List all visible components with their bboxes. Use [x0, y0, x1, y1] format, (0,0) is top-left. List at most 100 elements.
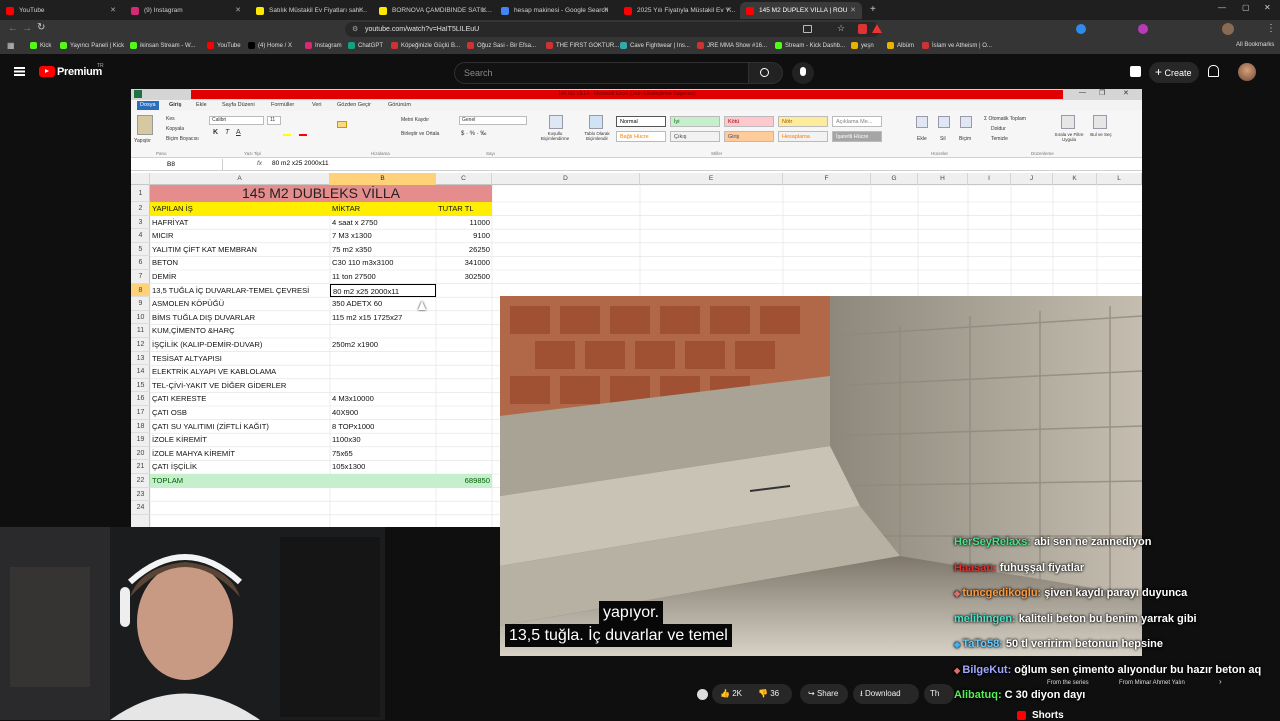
bookmark-item[interactable]: YouTube	[207, 42, 241, 49]
total-value-cell[interactable]: 689850	[436, 474, 492, 488]
row-header[interactable]: 8	[131, 283, 150, 298]
row-header[interactable]: 6	[131, 256, 150, 270]
amount-cell[interactable]	[436, 297, 492, 311]
quantity-cell[interactable]: 80 m2 x25 2000x11	[330, 283, 436, 298]
row-header[interactable]: 21	[131, 460, 150, 474]
amount-cell[interactable]	[436, 447, 492, 461]
back-icon[interactable]: ←	[8, 23, 18, 34]
insert-cells-icon[interactable]	[916, 116, 928, 128]
column-header-d[interactable]: D	[492, 173, 640, 185]
create-button[interactable]: + Create	[1149, 62, 1199, 83]
find-select-label[interactable]: Bul ve Seç	[1089, 132, 1113, 137]
excel-minimize-button[interactable]: —	[1079, 89, 1086, 96]
url-field[interactable]: ⚙ youtube.com/watch?v=HaIT5LILEuU	[345, 22, 880, 37]
bookmark-item[interactable]: ikinsan Stream - W...	[130, 42, 195, 49]
row-header[interactable]: 4	[131, 229, 150, 243]
tab-close-icon[interactable]: ✕	[603, 6, 609, 14]
number-format-buttons[interactable]: $ · % · ‰	[461, 131, 486, 137]
excel-close-button[interactable]: ✕	[1123, 89, 1129, 97]
item-cell[interactable]: ÇATI KERESTE	[150, 392, 330, 406]
row-header[interactable]: 19	[131, 433, 150, 447]
quantity-cell[interactable]: 250m2 x1900	[330, 338, 436, 352]
quantity-cell[interactable]	[330, 379, 436, 393]
item-cell[interactable]: MICIR	[150, 229, 330, 243]
bold-button[interactable]: K	[213, 129, 218, 136]
column-header-g[interactable]: G	[871, 173, 918, 185]
all-bookmarks[interactable]: All Bookmarks	[1236, 42, 1274, 48]
amount-cell[interactable]: 302500	[436, 270, 492, 284]
new-tab-button[interactable]: +	[870, 4, 876, 15]
profile-avatar[interactable]	[1222, 23, 1234, 35]
item-cell[interactable]: İZOLE KİREMİT	[150, 433, 330, 447]
from-channel-chip[interactable]: From Mimar Ahmet Yalın	[1119, 680, 1185, 686]
autosum-button[interactable]: Σ Otomatik Toplam	[984, 116, 1026, 122]
header-miktar[interactable]: MİKTAR	[330, 202, 436, 216]
cut-button[interactable]: Kes	[166, 116, 175, 122]
chat-username[interactable]: BilgeKut:	[962, 664, 1011, 676]
chat-username[interactable]: HerSeyRelaxs:	[954, 536, 1031, 548]
paste-icon[interactable]	[137, 115, 153, 135]
quantity-cell[interactable]	[330, 324, 436, 338]
font-size-select[interactable]: 11	[267, 116, 281, 125]
item-cell[interactable]: BETON	[150, 256, 330, 270]
bookmark-item[interactable]: yeşn	[851, 42, 874, 49]
hamburger-menu-icon[interactable]	[14, 67, 25, 69]
column-header-l[interactable]: L	[1097, 173, 1142, 185]
sort-filter-label[interactable]: Sırala ve Filtre Uygula	[1051, 132, 1087, 142]
item-cell[interactable]: TESİSAT ALTYAPISI	[150, 352, 330, 366]
shorts-label[interactable]: Shorts	[1032, 710, 1064, 721]
amount-cell[interactable]	[436, 365, 492, 379]
amount-cell[interactable]: 341000	[436, 256, 492, 270]
delete-cells-icon[interactable]	[938, 116, 950, 128]
quantity-cell[interactable]: 4 M3x10000	[330, 392, 436, 406]
row-header[interactable]: 1	[131, 185, 150, 202]
ribbon-tab[interactable]: Dosya	[137, 101, 159, 110]
quantity-cell[interactable]: 7 M3 x1300	[330, 229, 436, 243]
ribbon-tab[interactable]: Giriş	[169, 102, 182, 108]
bookmark-item[interactable]: Instagram	[305, 42, 342, 49]
find-select-icon[interactable]	[1093, 115, 1107, 129]
align-middle-button[interactable]	[337, 121, 347, 128]
fill-button[interactable]: Doldur	[991, 126, 1006, 132]
youtube-logo-icon[interactable]	[39, 66, 55, 77]
font-select[interactable]: Calibri	[209, 116, 264, 125]
format-table-label[interactable]: Tablo Olarak Biçimlendir	[577, 131, 617, 141]
browser-tab[interactable]: YouTube ✕	[0, 2, 122, 19]
cell-style-2[interactable]: Kötü	[724, 116, 774, 127]
share-button[interactable]: ↪ Share	[800, 684, 848, 704]
name-box[interactable]: B8	[131, 159, 223, 171]
quantity-cell[interactable]: C30 110 m3x3100	[330, 256, 436, 270]
warning-icon[interactable]	[872, 24, 882, 33]
browser-tab[interactable]: BORNOVA ÇAMDİBİNDE SATILIK MÜ ✕	[373, 2, 493, 19]
row-header[interactable]: 15	[131, 379, 150, 393]
studio-icon[interactable]	[1130, 66, 1141, 77]
browser-tab[interactable]: hesap makinesi - Google Search ✕	[495, 2, 615, 19]
amount-cell[interactable]: 9100	[436, 229, 492, 243]
item-cell[interactable]: İZOLE MAHYA KİREMİT	[150, 447, 330, 461]
row-header[interactable]: 2	[131, 202, 150, 216]
amount-cell[interactable]	[436, 420, 492, 434]
underline-button[interactable]: A	[236, 129, 241, 136]
tab-close-icon[interactable]: ✕	[110, 6, 116, 14]
total-label-cell[interactable]: TOPLAM	[150, 474, 330, 488]
amount-cell[interactable]	[436, 352, 492, 366]
item-cell[interactable]: TEL-ÇİVİ-YAKIT VE DİĞER GİDERLER	[150, 379, 330, 393]
bookmark-item[interactable]: THE FIRST GOKTUR...	[546, 42, 619, 49]
cell-style-8[interactable]: Hesaplama	[778, 131, 828, 142]
browser-tab[interactable]: Satılık Müstakil Ev Fiyatları sahibinden…	[250, 2, 370, 19]
excel-restore-button[interactable]: ❐	[1099, 89, 1105, 97]
row-header[interactable]: 20	[131, 447, 150, 461]
reload-icon[interactable]: ↻	[37, 22, 45, 33]
amount-cell[interactable]	[436, 392, 492, 406]
row-header[interactable]: 14	[131, 365, 150, 379]
format-table-icon[interactable]	[589, 115, 603, 129]
column-header-j[interactable]: J	[1011, 173, 1053, 185]
account-avatar[interactable]	[1238, 63, 1256, 81]
search-button[interactable]	[749, 62, 783, 84]
minimize-button[interactable]: —	[1218, 3, 1226, 12]
chat-username[interactable]: TaTo58:	[962, 638, 1003, 650]
delete-cells-label[interactable]: Sil	[940, 136, 946, 142]
row-header[interactable]: 17	[131, 406, 150, 420]
quantity-cell[interactable]: 105x1300	[330, 460, 436, 474]
ribbon-tab[interactable]: Veri	[312, 102, 321, 108]
